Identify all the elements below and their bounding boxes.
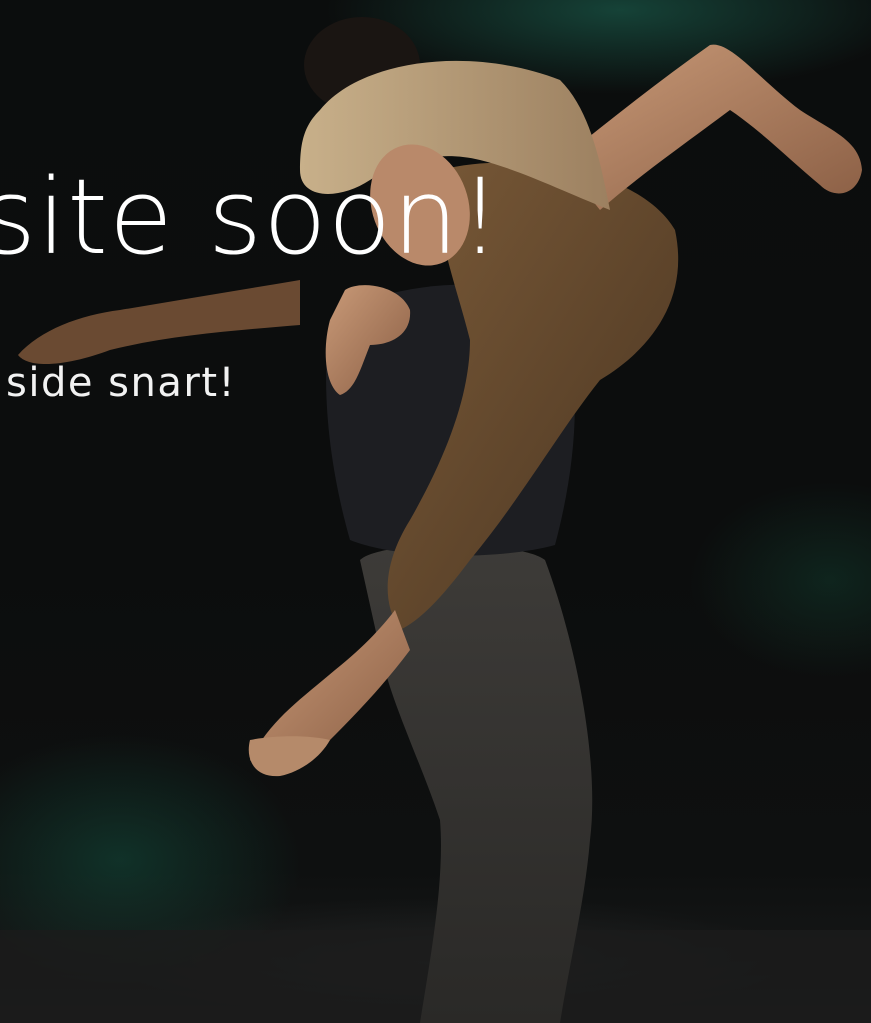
dancers-photo — [0, 17, 871, 1023]
hero-subheadline: side snart! — [6, 360, 237, 406]
lifted-dancer-foot — [248, 736, 330, 777]
hero-headline: site soon! — [0, 156, 502, 278]
lifted-dancer-arm-right — [560, 44, 862, 210]
lifted-dancer-arm-left — [18, 280, 300, 365]
hero-section: site soon! side snart! — [0, 0, 871, 1023]
